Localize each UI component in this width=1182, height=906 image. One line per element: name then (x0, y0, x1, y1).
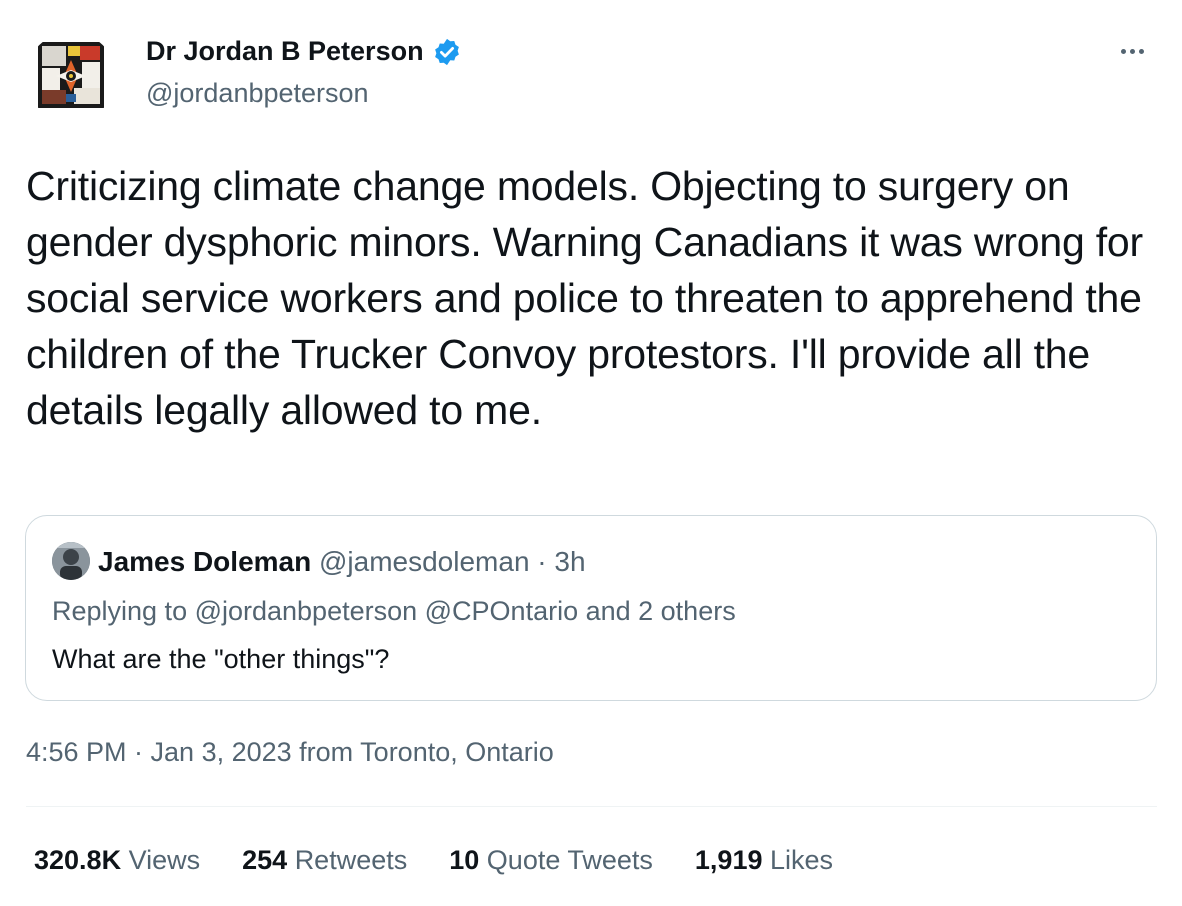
quoted-replying-to: Replying to @jordanbpeterson @CPOntario … (52, 596, 736, 626)
stat-value: 254 (242, 845, 295, 875)
author-name-text[interactable]: Dr Jordan B Peterson (146, 36, 424, 67)
more-dot (1138, 48, 1144, 54)
tweet-text: Criticizing climate change models. Objec… (26, 163, 1143, 433)
more-dot (1120, 48, 1126, 54)
stat-quote-tweets[interactable]: 10 Quote Tweets (449, 845, 653, 876)
quoted-header: James Doleman @jamesdoleman · 3h (98, 546, 586, 578)
stat-retweets[interactable]: 254 Retweets (242, 845, 407, 876)
author-avatar[interactable] (26, 32, 116, 122)
quoted-author-avatar[interactable] (52, 542, 90, 580)
engagement-stats: 320.8K Views 254 Retweets 10 Quote Tweet… (34, 845, 833, 876)
stat-views[interactable]: 320.8K Views (34, 845, 200, 876)
stat-value: 1,919 (694, 845, 770, 875)
stat-label: Quote Tweets (486, 845, 653, 875)
more-dot (1129, 48, 1135, 54)
tweet-timestamp[interactable]: 4:56 PM · Jan 3, 2023 from Toronto, Onta… (26, 737, 554, 768)
more-options-icon[interactable] (1112, 36, 1152, 66)
stat-label: Views (128, 845, 201, 875)
stat-value: 320.8K (34, 845, 129, 875)
verified-badge-icon (432, 37, 462, 67)
divider (26, 806, 1157, 807)
quoted-tweet[interactable]: James Doleman @jamesdoleman · 3h Replyin… (25, 515, 1157, 701)
stat-likes[interactable]: 1,919 Likes (695, 845, 833, 876)
author-handle[interactable]: @jordanbpeterson (146, 78, 369, 109)
stat-value: 10 (449, 845, 487, 875)
quoted-author-name[interactable]: James Doleman (98, 546, 319, 577)
author-name[interactable]: Dr Jordan B Peterson (146, 36, 462, 67)
tweet-card: Dr Jordan B Peterson @jordanbpeterson Cr… (0, 0, 1182, 906)
stat-label: Likes (769, 845, 834, 875)
quoted-text: What are the "other things"? (52, 644, 390, 674)
stat-label: Retweets (294, 845, 408, 875)
quoted-handle-time: @jamesdoleman · 3h (319, 546, 586, 577)
